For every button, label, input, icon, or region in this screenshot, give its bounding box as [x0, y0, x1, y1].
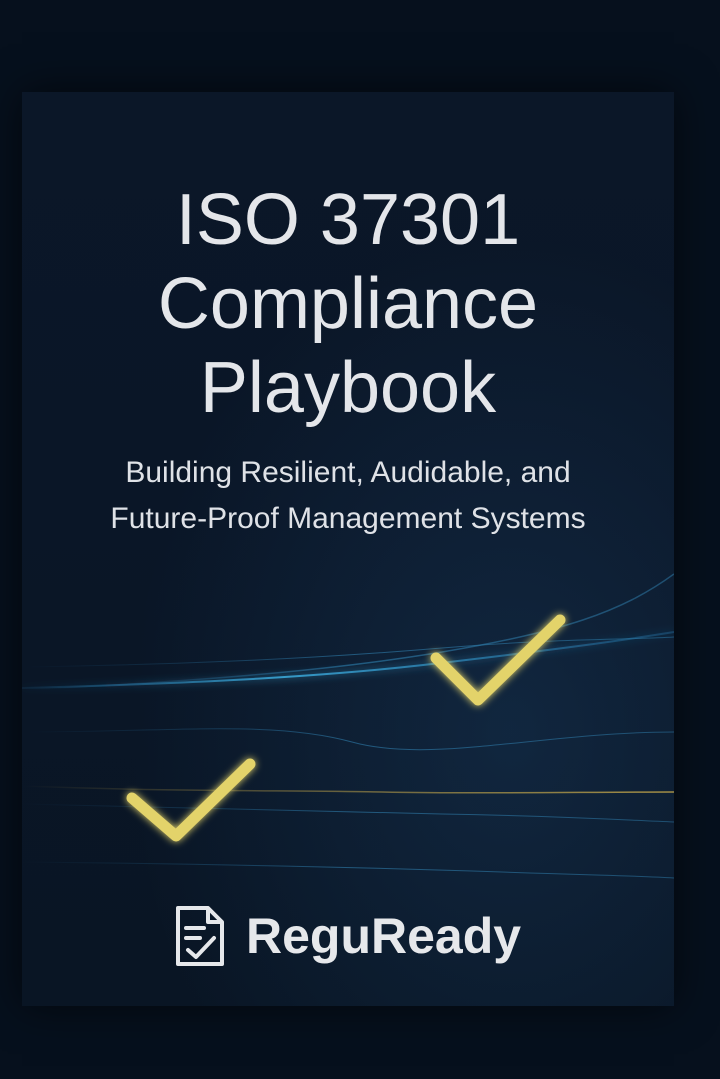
checkmark-icon: [126, 758, 256, 842]
title-line: Compliance: [157, 264, 539, 344]
book-subtitle: Building Resilient, Audidable, and Futur…: [22, 450, 674, 542]
publisher-brand: ReguReady: [172, 900, 521, 972]
book-cover: ISO 37301 Compliance Playbook Building R…: [22, 92, 674, 1006]
checkmark-icon: [430, 614, 566, 706]
title-line: Playbook: [199, 348, 497, 428]
book-title: ISO 37301 Compliance Playbook: [22, 178, 674, 430]
subtitle-line: Building Resilient, Audidable, and: [125, 456, 571, 489]
document-check-icon: [176, 906, 224, 966]
brand-name: ReguReady: [246, 908, 522, 964]
title-line: ISO 37301: [175, 180, 521, 260]
subtitle-line: Future-Proof Management Systems: [110, 502, 586, 535]
